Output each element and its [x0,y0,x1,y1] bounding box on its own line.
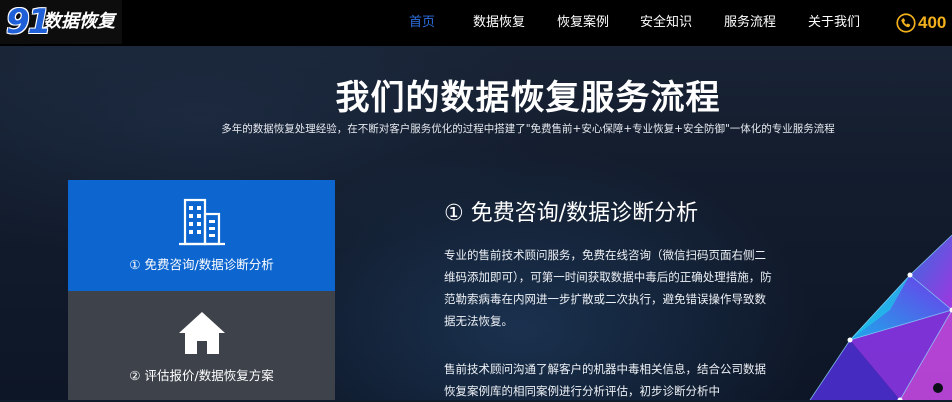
step-label: ② 评估报价/数据恢复方案 [68,367,335,385]
phone-icon [896,13,916,33]
nav-service-process[interactable]: 服务流程 [724,14,776,32]
step-card-quotation[interactable]: ② 评估报价/数据恢复方案 [68,291,335,400]
site-logo[interactable]: 91 数据恢复 [0,0,122,44]
top-header: 91 数据恢复 首页 数据恢复 恢复案例 安全知识 服务流程 关于我们 400 [0,0,952,46]
page-title: 我们的数据恢复服务流程 [0,74,952,122]
decorative-polygon-graphic [790,180,952,400]
phone-number: 400 [918,11,946,35]
home-icon [176,309,228,357]
detail-paragraph: 专业的售前技术顾问服务，免费在线咨询（微信扫码页面右侧二维码添加即可），可第一时… [444,244,774,332]
detail-paragraph: 售前技术顾问沟通了解客户的机器中毒相关信息，结合公司数据恢复案例库的相同案例进行… [444,358,774,402]
page-subtitle: 多年的数据恢复处理经验，在不断对客户服务优化的过程中搭建了"免费售前+安心保障+… [0,122,952,136]
nav-data-recovery[interactable]: 数据恢复 [473,14,525,32]
nav-home[interactable]: 首页 [409,14,435,32]
logo-text: 数据恢复 [43,11,115,33]
building-icon [177,196,227,248]
detail-title: ① 免费咨询/数据诊断分析 [444,198,698,230]
step-label: ① 免费咨询/数据诊断分析 [68,256,335,274]
nav-about-us[interactable]: 关于我们 [808,14,860,32]
step-card-consultation[interactable]: ① 免费咨询/数据诊断分析 [68,180,335,291]
nav-recovery-cases[interactable]: 恢复案例 [557,14,609,32]
nav-security-knowledge[interactable]: 安全知识 [640,14,692,32]
